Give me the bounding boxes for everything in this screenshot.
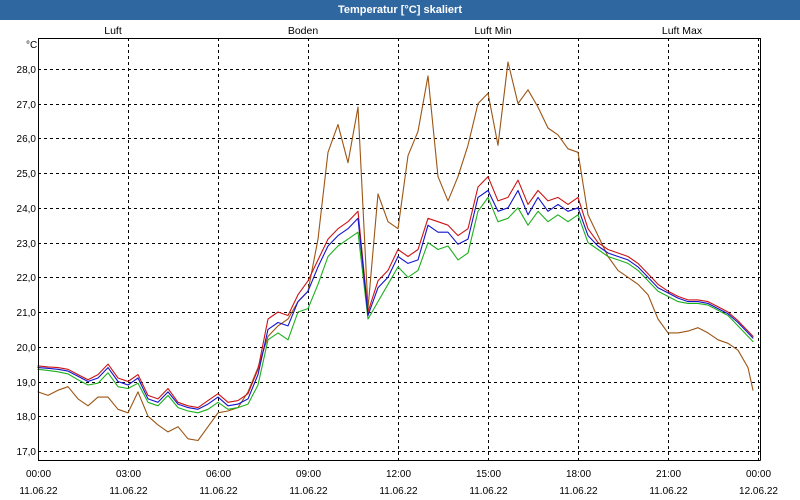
x-tick-date-label: 11.06.22 — [19, 486, 58, 497]
x-tick-date-label: 11.06.22 — [469, 486, 508, 497]
x-tick-date-label: 11.06.22 — [289, 486, 328, 497]
x-tick-time-label: 00:00 — [746, 469, 771, 480]
x-tick-date-label: 11.06.22 — [649, 486, 688, 497]
x-tick-time-label: 03:00 — [116, 469, 141, 480]
y-tick-label: 19,0 — [17, 378, 37, 389]
chart-background — [0, 0, 800, 500]
y-tick-label: 28,0 — [17, 65, 37, 76]
legend-label-luft-max: Luft Max — [662, 25, 703, 37]
legend-label-boden: Boden — [288, 25, 319, 37]
y-tick-label: 22,0 — [17, 273, 37, 284]
x-tick-date-label: 12.06.22 — [739, 486, 778, 497]
temperature-line-chart: Luft Boden Luft Min Luft Max °C 17,0 18,0… — [0, 0, 800, 500]
y-tick-label: 18,0 — [17, 412, 37, 423]
x-tick-time-label: 06:00 — [206, 469, 231, 480]
chart-title: Temperatur [°C] skaliert — [337, 4, 462, 16]
x-tick-time-label: 09:00 — [296, 469, 321, 480]
x-tick-date-label: 11.06.22 — [199, 486, 238, 497]
chart-title-bar: Temperatur [°C] skaliert — [0, 0, 800, 20]
y-tick-label: 24,0 — [17, 204, 37, 215]
x-tick-date-label: 11.06.22 — [109, 486, 148, 497]
y-tick-label: 20,0 — [17, 343, 37, 354]
y-tick-label: 27,0 — [17, 100, 37, 111]
x-tick-date-label: 11.06.22 — [379, 486, 418, 497]
legend-label-luft: Luft — [104, 25, 122, 37]
x-tick-time-label: 18:00 — [566, 469, 591, 480]
y-tick-label: 26,0 — [17, 134, 37, 145]
x-tick-time-label: 15:00 — [476, 469, 501, 480]
x-tick-time-label: 21:00 — [656, 469, 681, 480]
x-tick-time-label: 12:00 — [386, 469, 411, 480]
y-tick-label: 21,0 — [17, 308, 37, 319]
chart-window: Temperatur [°C] skaliert Luft Boden Luft… — [0, 0, 800, 500]
x-tick-date-label: 11.06.22 — [559, 486, 598, 497]
x-tick-time-label: 00:00 — [26, 469, 51, 480]
y-axis-unit-label: °C — [26, 40, 37, 51]
y-tick-label: 17,0 — [17, 447, 37, 458]
y-tick-label: 23,0 — [17, 239, 37, 250]
legend-label-luft-min: Luft Min — [474, 25, 512, 37]
y-tick-label: 25,0 — [17, 169, 37, 180]
